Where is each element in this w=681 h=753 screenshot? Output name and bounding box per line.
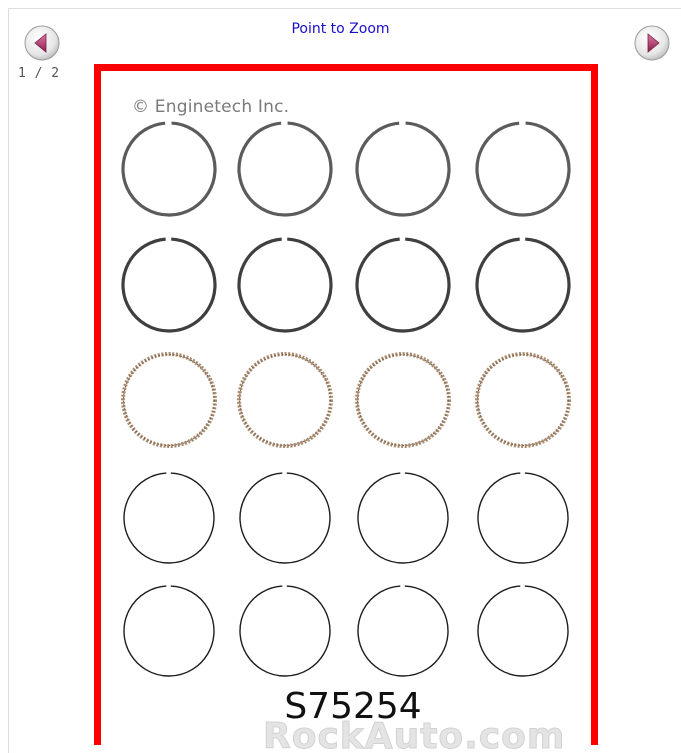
next-image-button[interactable]	[634, 25, 670, 61]
piston-ring	[121, 352, 217, 448]
piston-ring	[355, 237, 451, 333]
piston-ring	[477, 472, 569, 564]
ring-arc	[355, 237, 451, 333]
ring-arc	[475, 121, 571, 217]
part-number: S75254	[284, 686, 422, 727]
piston-ring	[477, 585, 569, 677]
ring-arc	[237, 121, 333, 217]
piston-ring	[355, 352, 451, 448]
piston-ring	[357, 472, 449, 564]
piston-ring	[123, 585, 215, 677]
piston-ring	[121, 237, 217, 333]
piston-ring	[239, 585, 331, 677]
ring-arc	[477, 585, 569, 677]
ring-arc	[121, 121, 217, 217]
piston-ring	[237, 121, 333, 217]
previous-image-button[interactable]	[24, 25, 60, 61]
piston-ring	[237, 237, 333, 333]
product-photo: © Enginetech Inc. RockAuto.com S75254	[108, 78, 598, 752]
copyright-text: © Enginetech Inc.	[132, 97, 290, 117]
ring-arc	[475, 237, 571, 333]
piston-ring	[239, 472, 331, 564]
ring-arc	[237, 237, 333, 333]
ring-arc	[355, 121, 451, 217]
piston-ring	[355, 121, 451, 217]
ring-arc	[123, 472, 215, 564]
point-to-zoom-link[interactable]: Point to Zoom	[291, 21, 389, 37]
piston-ring	[123, 472, 215, 564]
chevron-right-icon	[634, 25, 670, 61]
chevron-left-icon	[24, 25, 60, 61]
image-counter: 1 / 2	[18, 66, 60, 81]
piston-ring	[475, 352, 571, 448]
ring-arc	[477, 472, 569, 564]
ring-arc	[357, 585, 449, 677]
piston-ring	[475, 121, 571, 217]
ring-arc	[239, 585, 331, 677]
zoomable-image-viewer[interactable]: © Enginetech Inc. RockAuto.com S75254	[94, 64, 598, 752]
piston-ring	[121, 121, 217, 217]
piston-ring	[475, 237, 571, 333]
ring-arc	[357, 472, 449, 564]
piston-ring	[237, 352, 333, 448]
piston-rings-illustration	[121, 121, 571, 677]
piston-ring	[357, 585, 449, 677]
ring-arc	[123, 585, 215, 677]
ring-arc	[121, 237, 217, 333]
ring-arc	[239, 472, 331, 564]
